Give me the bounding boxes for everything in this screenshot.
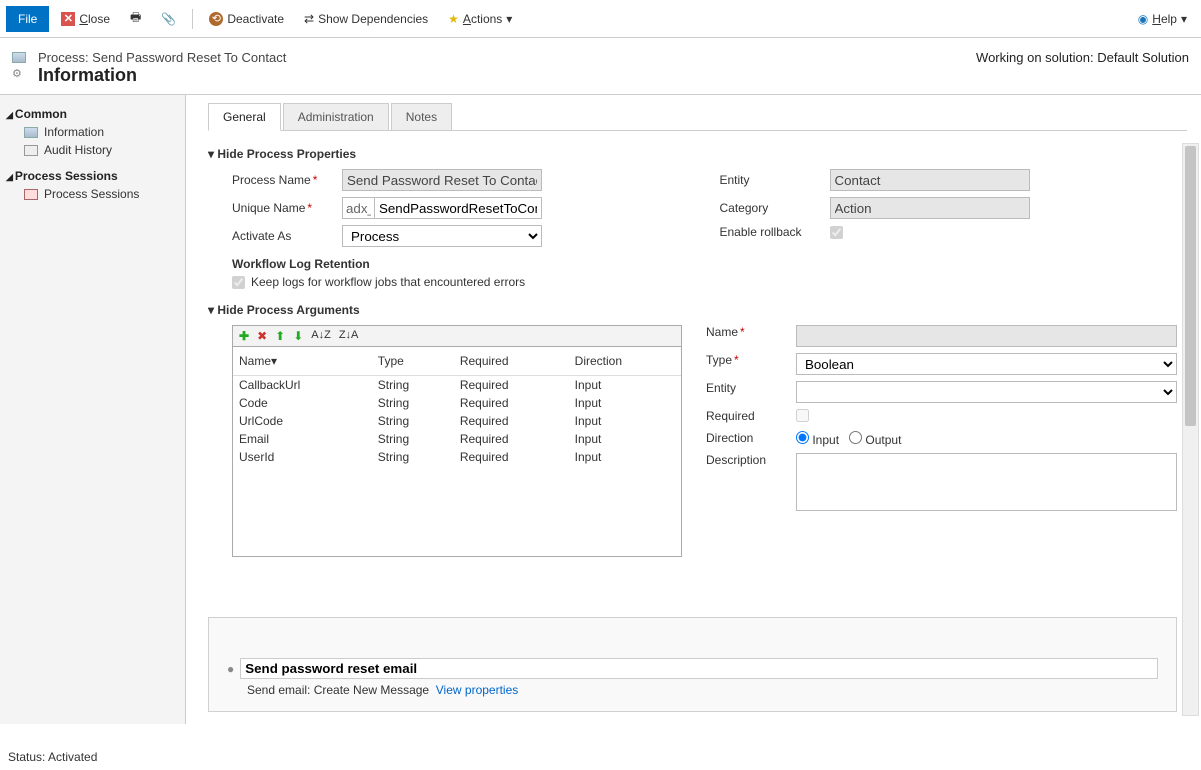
view-properties-link[interactable]: View properties xyxy=(436,683,519,697)
arg-direction-output[interactable]: Output xyxy=(849,433,901,447)
step-description: Send email: Create New Message xyxy=(247,683,429,697)
process-title: Process: Send Password Reset To Contact xyxy=(38,50,976,65)
category-label: Category xyxy=(720,201,830,215)
chevron-down-icon: ▾ xyxy=(1181,12,1187,26)
log-retention-chk[interactable] xyxy=(232,276,245,289)
table-row[interactable]: UrlCodeStringRequiredInput xyxy=(233,412,681,430)
chevron-down-icon: ▾ xyxy=(506,12,512,26)
help-icon: ◉ xyxy=(1138,12,1148,26)
rollback-checkbox[interactable] xyxy=(830,226,843,239)
arg-required-checkbox[interactable] xyxy=(796,409,809,422)
args-col-name[interactable]: Name▾ xyxy=(233,347,372,375)
sort-desc-icon[interactable]: Z↓A xyxy=(339,329,359,343)
arg-name-field xyxy=(796,325,1177,347)
add-arg-icon[interactable]: ✚ xyxy=(239,329,249,343)
save-icon-button[interactable]: 🖶 xyxy=(122,4,149,33)
process-name-field xyxy=(342,169,542,191)
rollback-label: Enable rollback xyxy=(720,225,830,239)
status-bar: Status: Activated xyxy=(8,750,97,764)
entity-label: Entity xyxy=(720,173,830,187)
sidebar-item-process-sessions[interactable]: Process Sessions xyxy=(6,185,179,203)
arg-direction-label: Direction xyxy=(706,431,796,445)
table-row[interactable]: CodeStringRequiredInput xyxy=(233,394,681,412)
section-process-properties[interactable]: ▾ Hide Process Properties xyxy=(208,147,1177,161)
arg-entity-select[interactable] xyxy=(796,381,1177,403)
process-name-label: Process Name* xyxy=(232,173,342,187)
delete-arg-icon[interactable]: ✖ xyxy=(257,329,267,343)
show-dependencies-button[interactable]: ⇄ Show Dependencies xyxy=(296,8,436,30)
sidebar-item-information[interactable]: Information xyxy=(6,123,179,141)
sidebar: ◢Common Information Audit History ◢Proce… xyxy=(0,94,186,724)
entity-field xyxy=(830,169,1030,191)
unique-name-field[interactable] xyxy=(374,197,542,219)
move-up-icon[interactable]: ⬆ xyxy=(275,329,285,343)
close-icon: ✕ xyxy=(61,12,75,26)
star-icon: ★ xyxy=(448,12,459,26)
arg-description-field[interactable] xyxy=(796,453,1177,511)
log-retention-header: Workflow Log Retention xyxy=(232,257,690,271)
dependencies-icon: ⇄ xyxy=(304,12,314,26)
args-col-type[interactable]: Type xyxy=(372,347,454,375)
vertical-scrollbar[interactable] xyxy=(1182,143,1199,716)
audit-icon xyxy=(24,145,38,156)
solution-label: Working on solution: Default Solution xyxy=(976,50,1189,65)
sort-asc-icon[interactable]: A↓Z xyxy=(311,329,331,343)
sidebar-group-sessions[interactable]: ◢Process Sessions xyxy=(6,169,179,183)
deactivate-icon: ⟲ xyxy=(209,12,223,26)
paperclip-icon: 📎 xyxy=(161,12,176,26)
arg-type-label: Type* xyxy=(706,353,796,367)
table-row[interactable]: EmailStringRequiredInput xyxy=(233,430,681,448)
unique-name-prefix xyxy=(342,197,374,219)
arg-entity-label: Entity xyxy=(706,381,796,395)
sessions-icon xyxy=(24,189,38,200)
args-grid: Name▾ Type Required Direction CallbackUr… xyxy=(232,347,682,557)
attach-button[interactable]: 📎 xyxy=(153,8,184,30)
unique-name-label: Unique Name* xyxy=(232,201,342,215)
move-down-icon[interactable]: ⬇ xyxy=(293,329,303,343)
activate-as-select[interactable]: Process xyxy=(342,225,542,247)
tab-general[interactable]: General xyxy=(208,103,281,131)
arg-required-label: Required xyxy=(706,409,796,423)
log-retention-checkbox[interactable]: Keep logs for workflow jobs that encount… xyxy=(232,275,690,289)
arg-name-label: Name* xyxy=(706,325,796,339)
page-title: Information xyxy=(38,65,976,86)
step-title-field[interactable] xyxy=(240,658,1158,679)
sidebar-item-audit-history[interactable]: Audit History xyxy=(6,141,179,159)
activate-as-label: Activate As xyxy=(232,229,342,243)
args-col-required[interactable]: Required xyxy=(454,347,569,375)
step-container: ● Send email: Create New Message View pr… xyxy=(208,617,1177,712)
entity-icon: ⚙ xyxy=(12,50,38,80)
arg-type-select[interactable]: Boolean xyxy=(796,353,1177,375)
save-icon: 🖶 xyxy=(130,8,141,29)
table-row[interactable]: UserIdStringRequiredInput xyxy=(233,448,681,466)
arg-direction-input[interactable]: Input xyxy=(796,433,839,447)
help-button[interactable]: ◉ Help ▾ xyxy=(1130,8,1195,30)
args-col-direction[interactable]: Direction xyxy=(569,347,681,375)
tab-notes[interactable]: Notes xyxy=(391,103,452,130)
table-row[interactable]: CallbackUrlStringRequiredInput xyxy=(233,375,681,394)
toolbar: File ✕ Close 🖶 📎 ⟲ Deactivate ⇄ Show Dep… xyxy=(0,0,1201,38)
section-process-arguments[interactable]: ▾ Hide Process Arguments xyxy=(208,303,1177,317)
category-field xyxy=(830,197,1030,219)
close-button[interactable]: ✕ Close xyxy=(53,8,118,30)
info-icon xyxy=(24,127,38,138)
file-button[interactable]: File xyxy=(6,6,49,32)
step-bullet-icon: ● xyxy=(227,662,234,676)
actions-button[interactable]: ★ Actions ▾ xyxy=(440,8,520,30)
deactivate-button[interactable]: ⟲ Deactivate xyxy=(201,8,292,30)
tab-administration[interactable]: Administration xyxy=(283,103,389,130)
arg-description-label: Description xyxy=(706,453,796,467)
sidebar-group-common[interactable]: ◢Common xyxy=(6,107,179,121)
args-toolbar: ✚ ✖ ⬆ ⬇ A↓Z Z↓A xyxy=(232,325,682,347)
